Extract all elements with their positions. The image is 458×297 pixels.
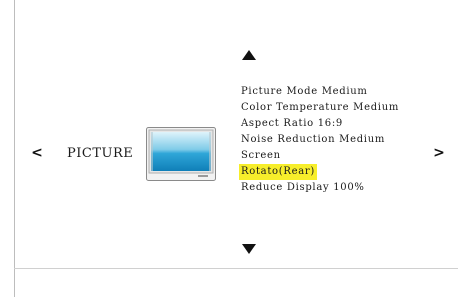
triangle-down-icon[interactable] — [242, 244, 256, 254]
menu-item-picture-mode[interactable]: Picture Mode Medium — [239, 84, 401, 100]
frame-bottom-border — [14, 268, 458, 269]
nav-right-icon[interactable]: > — [433, 146, 445, 160]
menu-item-screen[interactable]: Screen — [239, 148, 401, 164]
category-title: PICTURE — [67, 146, 134, 161]
menu-item-rotate[interactable]: Rotato(Rear) — [239, 164, 317, 180]
menu-item-aspect-ratio[interactable]: Aspect Ratio 16:9 — [239, 116, 401, 132]
menu-item-reduce-display[interactable]: Reduce Display 100% — [239, 180, 401, 196]
frame-left-border — [14, 0, 15, 297]
picture-settings-list: Picture Mode Medium Color Temperature Me… — [239, 84, 401, 196]
nav-left-icon[interactable]: < — [31, 146, 43, 160]
menu-item-color-temperature[interactable]: Color Temperature Medium — [239, 100, 401, 116]
menu-item-noise-reduction[interactable]: Noise Reduction Medium — [239, 132, 401, 148]
triangle-up-icon[interactable] — [242, 50, 256, 60]
tv-monitor-icon — [146, 127, 216, 181]
